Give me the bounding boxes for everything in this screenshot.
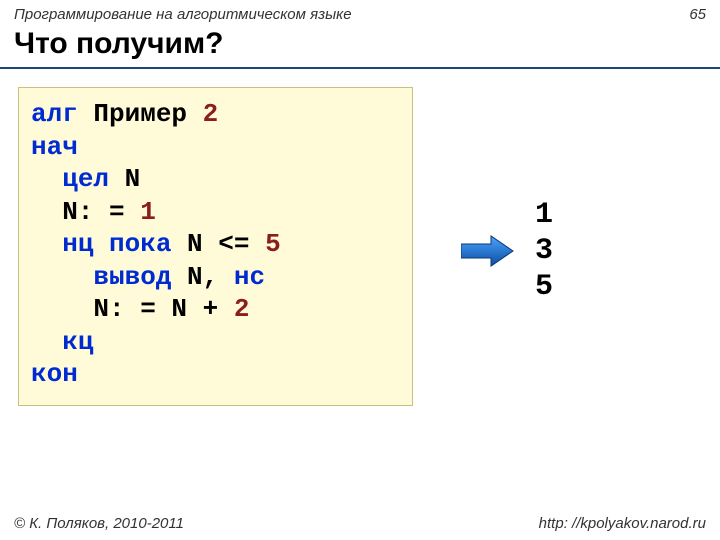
num: 2: [234, 294, 250, 324]
code-t: N: [109, 164, 140, 194]
out-line: 3: [535, 234, 553, 268]
code-t: N <=: [171, 229, 265, 259]
code-text: алг Пример 2 нач цел N N: = 1 нц пока N …: [31, 98, 400, 391]
code-t: N: = N +: [31, 294, 234, 324]
num: 5: [265, 229, 281, 259]
kw-cel: цел: [62, 164, 109, 194]
kw-vyvod: вывод: [93, 262, 171, 292]
footer-copyright: © К. Поляков, 2010-2011: [14, 515, 184, 532]
num: 2: [203, 99, 219, 129]
header: Программирование на алгоритмическом язык…: [0, 0, 720, 23]
program-output: 1 3 5: [535, 197, 553, 305]
footer: © К. Поляков, 2010-2011 http: //kpolyako…: [0, 515, 720, 532]
code-t: N: =: [31, 197, 140, 227]
kw-kc: кц: [62, 327, 93, 357]
out-line: 5: [535, 270, 553, 304]
kw-kon: кон: [31, 359, 78, 389]
kw-nach: нач: [31, 132, 78, 162]
footer-url: http: //kpolyakov.narod.ru: [539, 515, 706, 532]
code-t: Пример: [78, 99, 203, 129]
num: 1: [140, 197, 156, 227]
kw-ncpoka: нц пока: [62, 229, 171, 259]
subject-label: Программирование на алгоритмическом язык…: [14, 6, 352, 23]
result-area: 1 3 5: [461, 197, 553, 305]
page-number: 65: [689, 6, 706, 23]
kw-ns: нс: [234, 262, 265, 292]
arrow-right-icon: [461, 234, 515, 268]
content-area: алг Пример 2 нач цел N N: = 1 нц пока N …: [0, 69, 720, 406]
code-t: N,: [171, 262, 233, 292]
code-block: алг Пример 2 нач цел N N: = 1 нц пока N …: [18, 87, 413, 406]
out-line: 1: [535, 198, 553, 232]
kw-alg: алг: [31, 99, 78, 129]
page-title: Что получим?: [0, 23, 720, 69]
